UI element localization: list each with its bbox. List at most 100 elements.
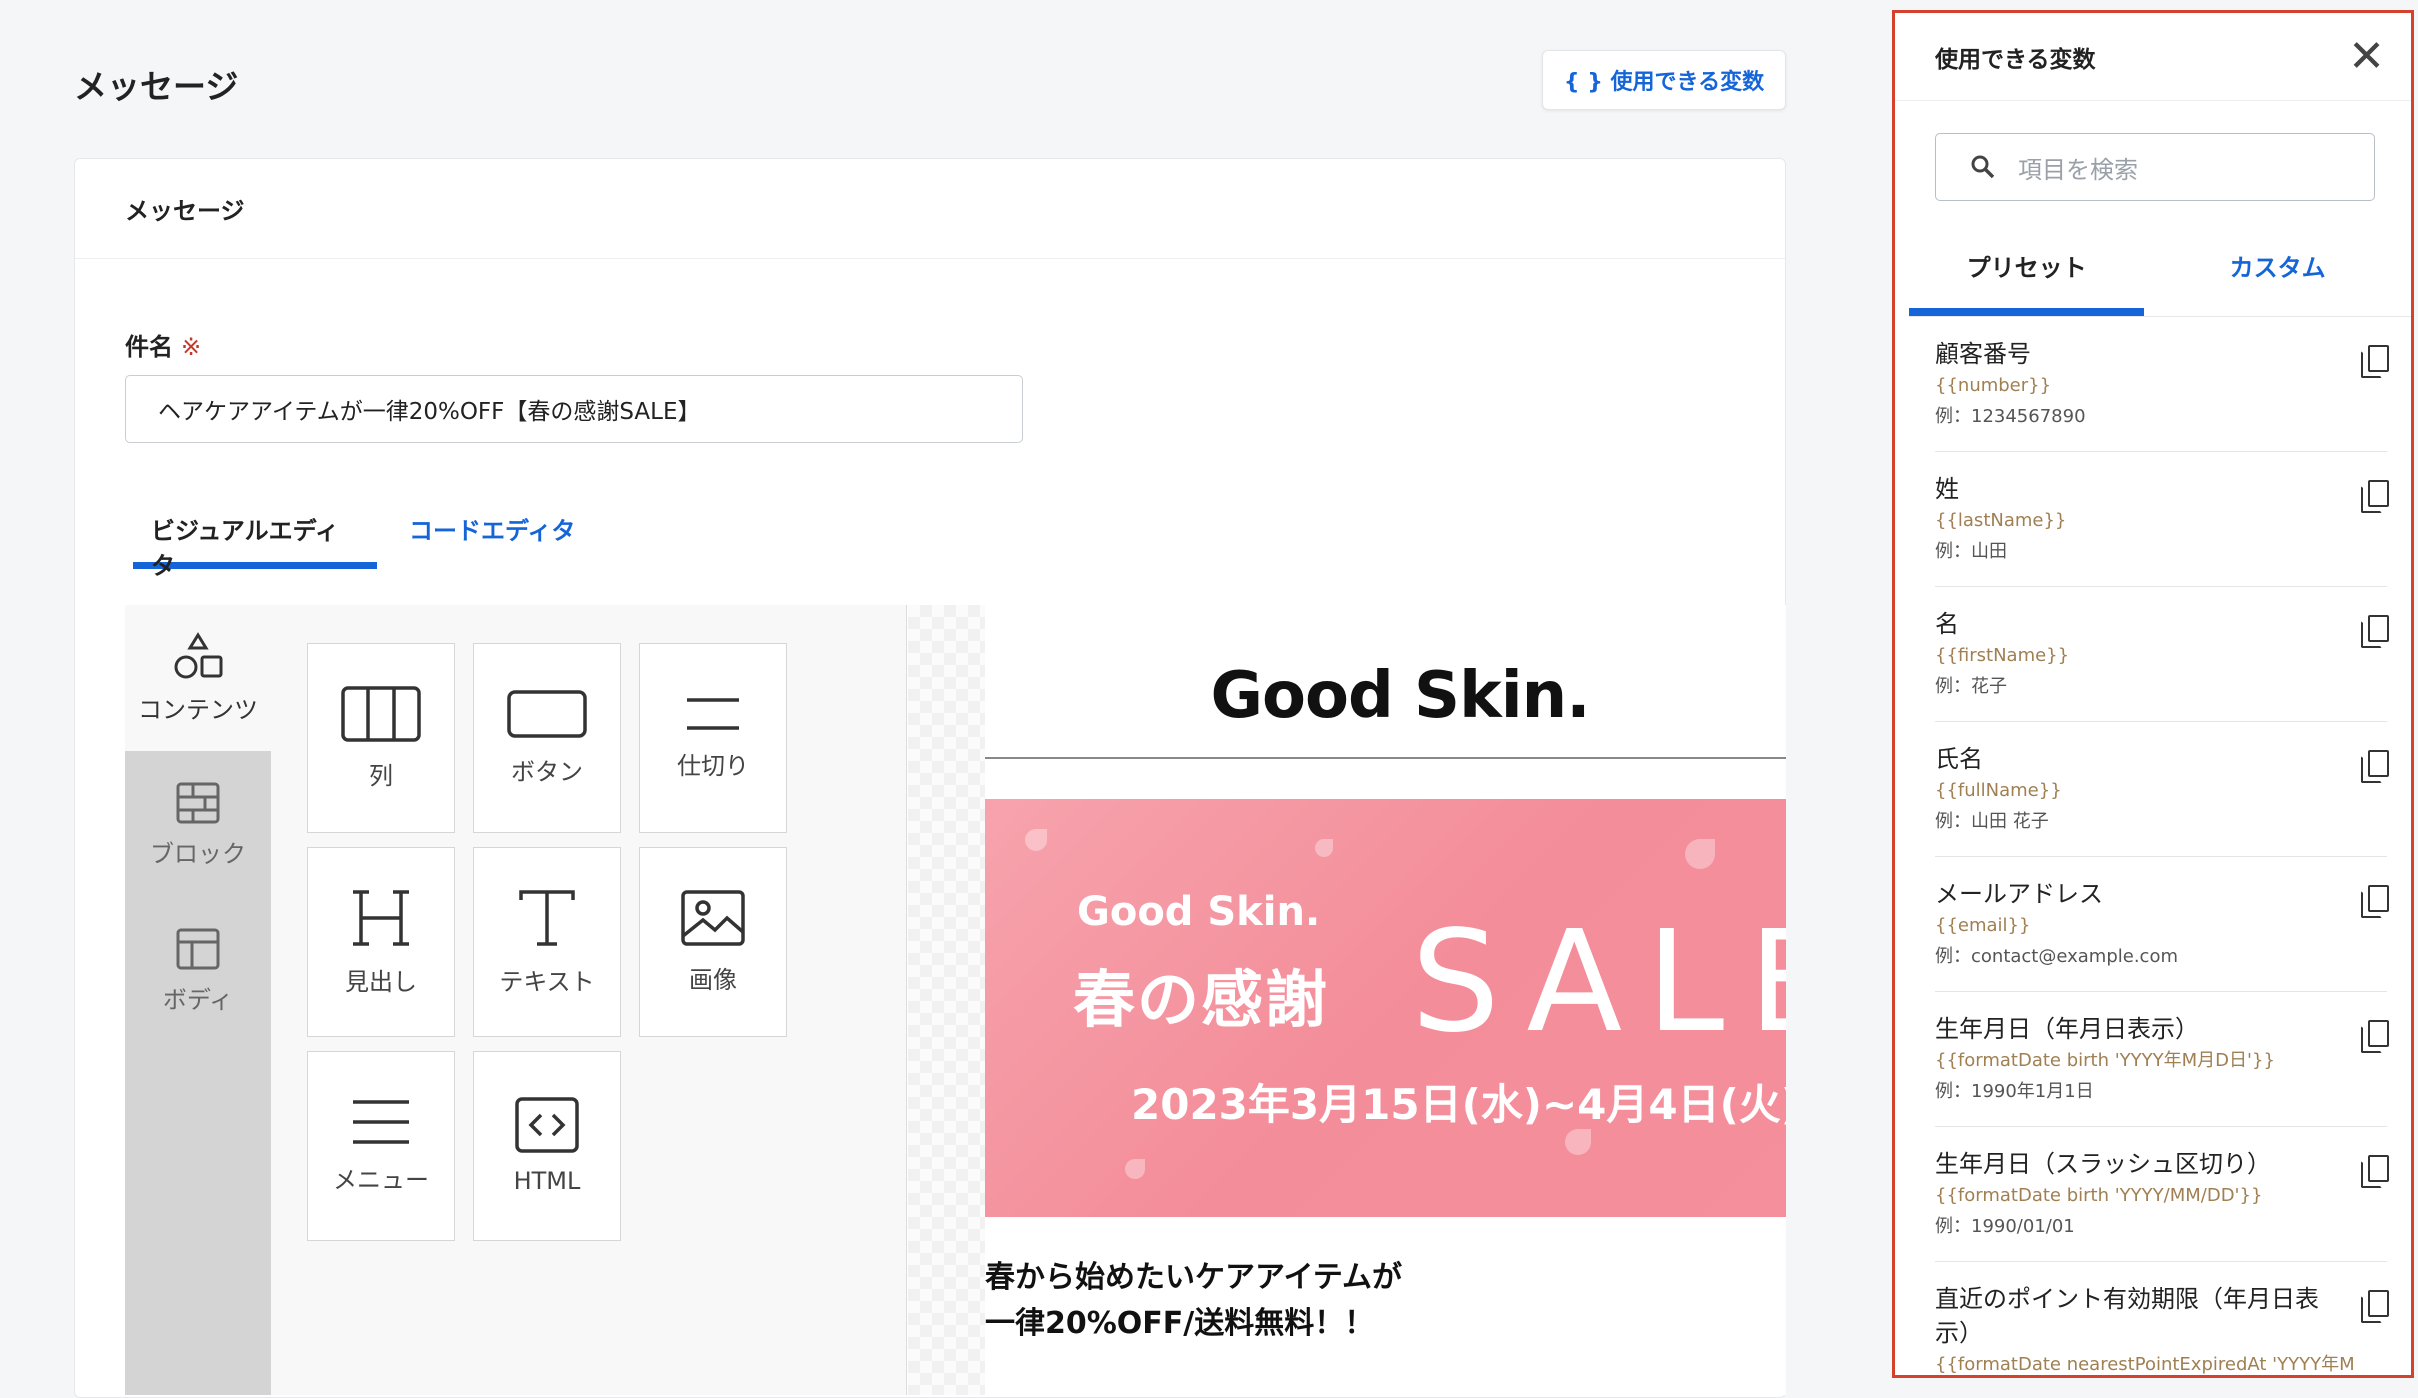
variable-name: 顧客番号 <box>1935 340 2031 368</box>
search-placeholder: 項目を検索 <box>2018 155 2138 184</box>
block-html[interactable]: HTML <box>473 1051 621 1241</box>
variable-example: 例：山田 <box>1935 541 2007 562</box>
variable-name: 生年月日（スラッシュ区切り） <box>1935 1150 2271 1178</box>
copy-icon[interactable] <box>2361 615 2389 648</box>
variable-name: 直近のポイント有効期限（年月日表示） <box>1935 1285 2319 1347</box>
block-label: テキスト <box>499 967 595 996</box>
rail-item-blocks[interactable]: ブロック <box>125 751 271 897</box>
panel-tabs: プリセット カスタム <box>1909 229 2411 317</box>
banner-dates: 2023年3月15日(水)~4月4日(火) <box>1131 1080 1786 1129</box>
petal-decoration <box>1685 839 1715 869</box>
variable-list: 顧客番号 {{number}} 例：1234567890 姓 {{lastNam… <box>1895 317 2411 1375</box>
copy-icon[interactable] <box>2361 1020 2389 1053</box>
divider-icon <box>687 697 739 730</box>
block-columns[interactable]: 列 <box>307 643 455 833</box>
list-item: 生年月日（スラッシュ区切り） {{formatDate birth 'YYYY/… <box>1935 1127 2389 1262</box>
body-line: 春から始めたいケアアイテムが <box>985 1260 1402 1295</box>
block-label: 列 <box>369 761 393 790</box>
search-icon <box>1971 155 1995 179</box>
list-item: 直近のポイント有効期限（年月日表示） {{formatDate nearestP… <box>1935 1262 2389 1375</box>
copy-icon[interactable] <box>2361 885 2389 918</box>
block-image[interactable]: 画像 <box>639 847 787 1037</box>
variable-example: 例：1990年1月1日 <box>1935 1081 2094 1102</box>
brand-logo: Good Skin. <box>1210 659 1590 733</box>
petal-decoration <box>1125 1159 1145 1179</box>
banner-title: 春の感謝 <box>1073 963 1330 1036</box>
code-icon <box>515 1097 579 1153</box>
copy-icon[interactable] <box>2361 1155 2389 1188</box>
search-input[interactable]: 項目を検索 <box>1935 133 2375 201</box>
list-item: 氏名 {{fullName}} 例：山田 花子 <box>1935 722 2389 857</box>
variable-name: 氏名 <box>1935 745 1983 773</box>
email-canvas[interactable]: Good Skin. Good Skin. 春の感謝 SALE 2023年3月1… <box>908 605 1786 1395</box>
block-heading[interactable]: 見出し <box>307 847 455 1037</box>
variable-example: 例：山田 花子 <box>1935 811 2049 832</box>
list-item: メールアドレス {{email}} 例：contact@example.com <box>1935 857 2389 992</box>
copy-icon[interactable] <box>2361 1290 2389 1323</box>
variable-name: 名 <box>1935 610 1959 638</box>
close-icon[interactable]: ✕ <box>2348 34 2385 79</box>
list-item: 名 {{firstName}} 例：花子 <box>1935 587 2389 722</box>
block-label: HTML <box>513 1167 581 1195</box>
available-variables-button[interactable]: { } 使用できる変数 <box>1542 50 1786 110</box>
variable-code: {{lastName}} <box>1935 510 2067 531</box>
subject-input[interactable]: ヘアケアアイテムが一律20%OFF【春の感謝SALE】 <box>125 375 1023 443</box>
sale-banner-image[interactable]: Good Skin. 春の感謝 SALE 2023年3月15日(水)~4月4日(… <box>985 799 1786 1217</box>
copy-icon[interactable] <box>2361 480 2389 513</box>
tab-visual-editor[interactable]: ビジュアルエディタ <box>133 499 377 580</box>
variable-example: 例：contact@example.com <box>1935 946 2178 967</box>
copy-icon[interactable] <box>2361 345 2389 378</box>
variable-name: 生年月日（年月日表示） <box>1935 1015 2199 1043</box>
variables-panel: 使用できる変数 ✕ 項目を検索 プリセット カスタム 顧客番号 {{number… <box>1892 10 2414 1378</box>
block-text[interactable]: テキスト <box>473 847 621 1037</box>
block-label: メニュー <box>333 1165 429 1194</box>
editor-rail: コンテンツ ブロック ボディ <box>125 605 271 1395</box>
variable-code: {{formatDate nearestPointExpiredAt 'YYYY… <box>1935 1354 2355 1375</box>
variable-code: {{formatDate birth 'YYYY年M月D日'}} <box>1935 1050 2275 1071</box>
variable-code: {{number}} <box>1935 375 2052 396</box>
required-mark: ※ <box>181 333 202 361</box>
subject-label-text: 件名 <box>125 333 173 361</box>
block-label: ボタン <box>511 757 583 786</box>
block-button[interactable]: ボタン <box>473 643 621 833</box>
variable-code: {{formatDate birth 'YYYY/MM/DD'}} <box>1935 1185 2263 1206</box>
block-label: 見出し <box>345 967 417 996</box>
rail-item-label: コンテンツ <box>138 695 258 724</box>
petal-decoration <box>1315 839 1333 857</box>
petal-decoration <box>1565 1129 1591 1155</box>
rail-item-body[interactable]: ボディ <box>125 897 271 1043</box>
banner-brand: Good Skin. <box>1077 889 1321 935</box>
subject-label: 件名 ※ <box>125 327 201 362</box>
page-title: メッセージ <box>74 67 239 106</box>
tab-code-editor[interactable]: コードエディタ <box>391 499 593 569</box>
banner-sale: SALE <box>1411 901 1786 1064</box>
variable-example: 例：花子 <box>1935 676 2007 697</box>
variable-example: 例：1234567890 <box>1935 406 2086 427</box>
columns-icon <box>341 685 421 742</box>
block-menu[interactable]: メニュー <box>307 1051 455 1241</box>
text-icon <box>519 889 575 946</box>
list-item: 姓 {{lastName}} 例：山田 <box>1935 452 2389 587</box>
menu-icon <box>353 1099 409 1144</box>
list-item: 顧客番号 {{number}} 例：1234567890 <box>1935 317 2389 452</box>
rail-item-label: ボディ <box>162 985 234 1014</box>
layout-icon <box>176 928 220 969</box>
variable-code: {{fullName}} <box>1935 780 2062 801</box>
email-preview: Good Skin. Good Skin. 春の感謝 SALE 2023年3月1… <box>985 605 1786 1395</box>
message-card: メッセージ 件名 ※ ヘアケアアイテムが一律20%OFF【春の感謝SALE】 ビジ… <box>74 158 1786 1398</box>
block-divider[interactable]: 仕切り <box>639 643 787 833</box>
heading-icon <box>353 889 409 946</box>
tab-custom[interactable]: カスタム <box>2144 229 2411 316</box>
petal-decoration <box>1025 829 1047 851</box>
image-icon <box>681 889 745 946</box>
tab-preset[interactable]: プリセット <box>1909 229 2145 316</box>
block-label: 仕切り <box>677 751 749 780</box>
copy-icon[interactable] <box>2361 750 2389 783</box>
variable-code: {{firstName}} <box>1935 645 2070 666</box>
rail-item-label: ブロック <box>150 839 246 868</box>
card-title: メッセージ <box>75 159 1785 259</box>
editor-tabs: ビジュアルエディタ コードエディタ <box>133 499 593 580</box>
email-body-text: 春から始めたいケアアイテムが 一律20%OFF/送料無料！！ <box>985 1255 1786 1347</box>
rail-item-contents[interactable]: コンテンツ <box>125 605 271 751</box>
divider-line <box>985 757 1786 759</box>
